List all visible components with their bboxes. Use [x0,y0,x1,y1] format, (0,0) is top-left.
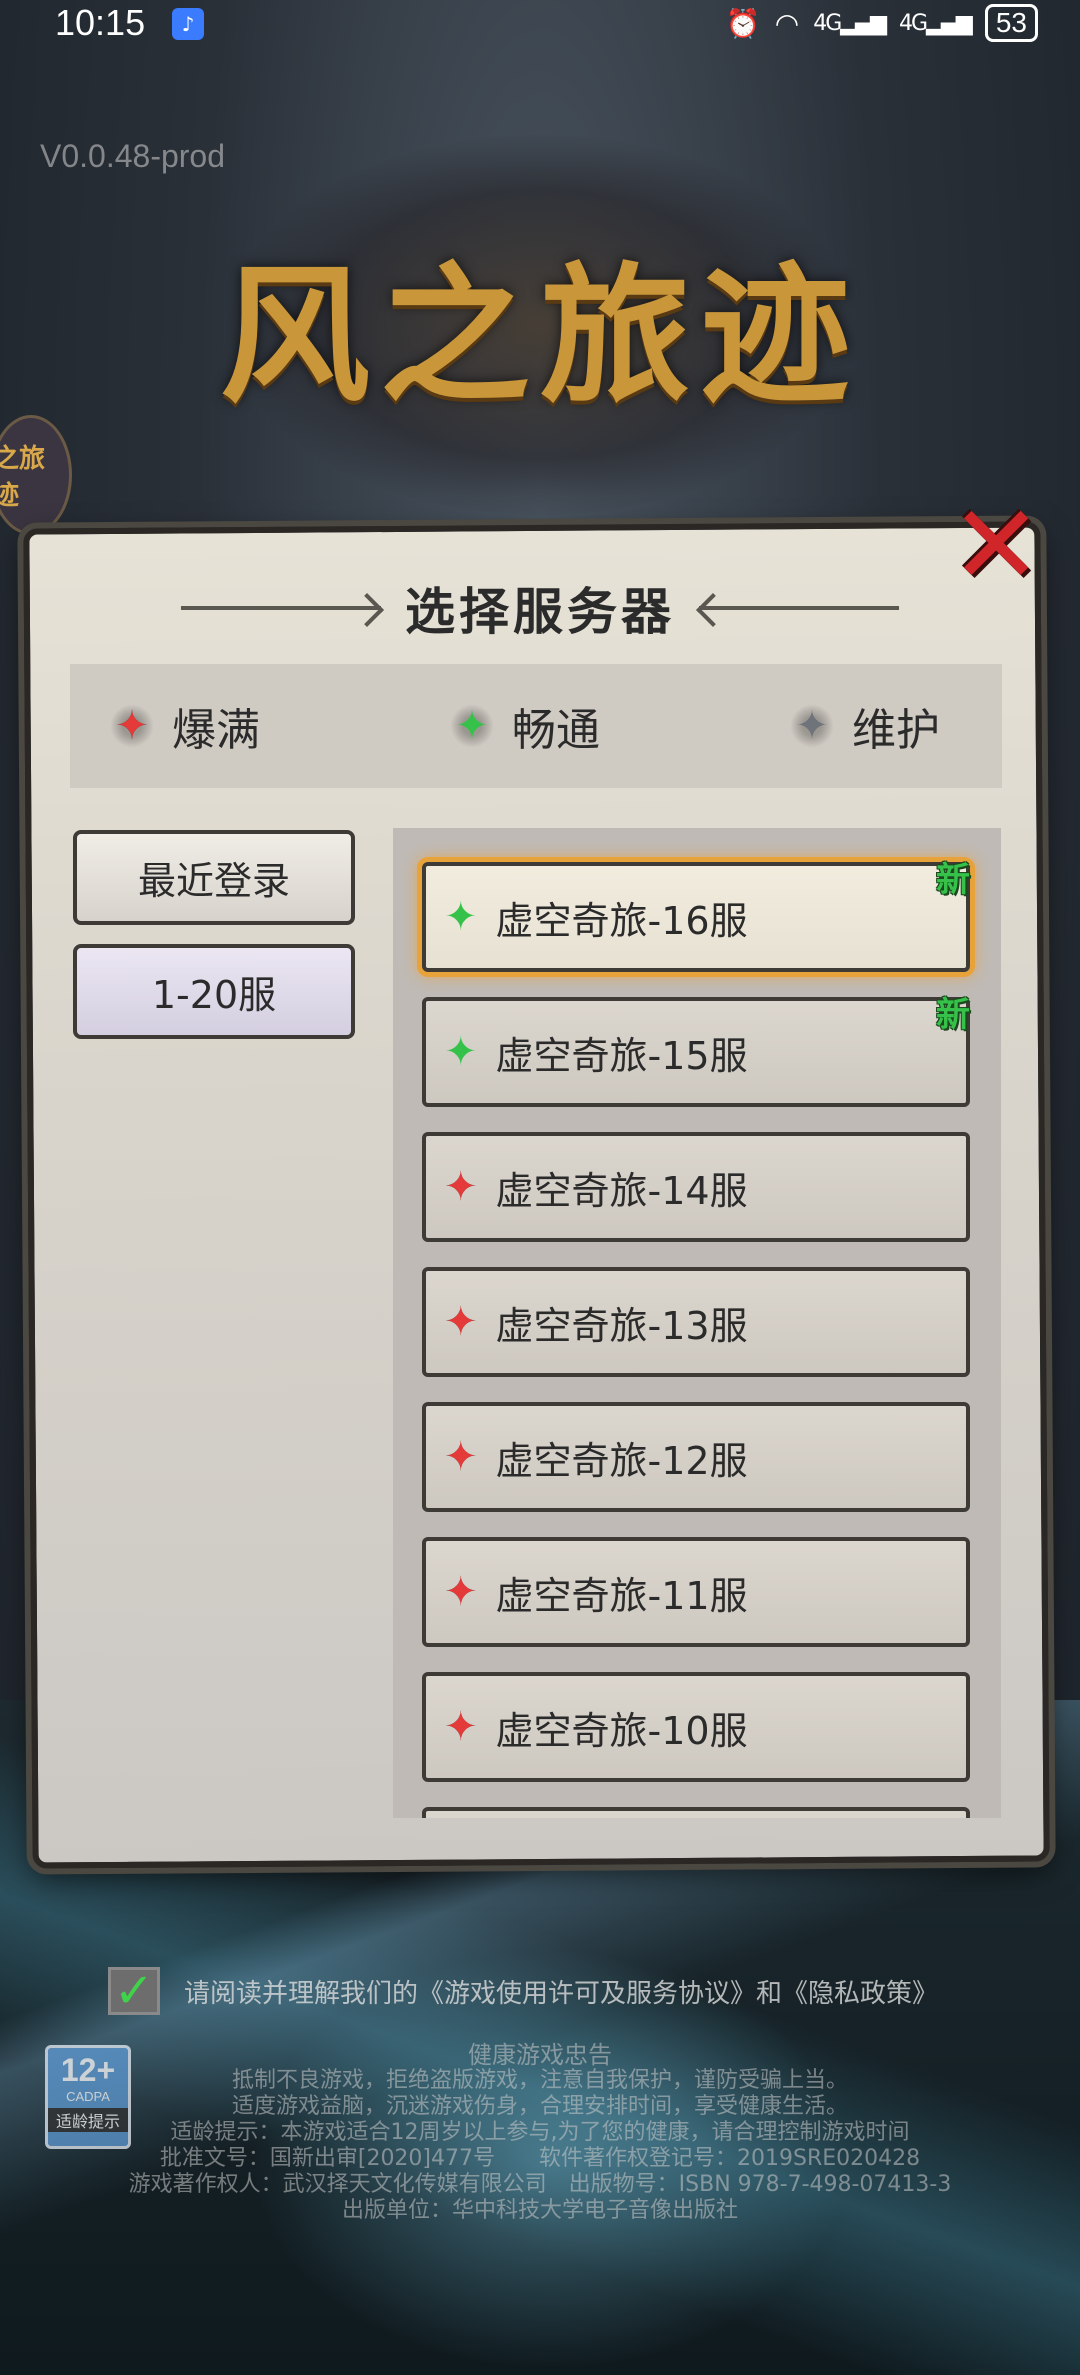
health-notice: 健康游戏忠告 抵制不良游戏，拒绝盗版游戏，注意自我保护，谨防受骗上当。 适度游戏… [100,2042,980,2224]
new-badge: 新 [936,860,970,900]
server-item[interactable]: ✦ 虚空奇旅-15服 新 [422,995,970,1107]
server-name: 虚空奇旅-10服 [495,1708,748,1753]
voice-app-icon: ♪ [172,8,204,40]
server-name: 虚空奇旅-14服 [495,1168,748,1213]
legend-maintenance: ✦ 维护 [790,694,940,758]
server-item[interactable]: ✦ 虚空奇旅-12服 [422,1402,970,1512]
dialog-header: 选择服务器 [145,568,935,648]
red-star-icon: ✦ [444,1434,478,1480]
server-item[interactable]: ✦ 虚空奇旅-16服 新 [422,860,970,972]
notice-line: 适度游戏益脑，沉迷游戏伤身，合理安排时间，享受健康生活。 [231,2094,848,2119]
notice-line: 抵制不良游戏，拒绝盗版游戏，注意自我保护，谨防受骗上当。 [231,2068,848,2093]
server-item-partial[interactable] [422,1807,970,1818]
signal-icon-2: 4G▂▄▆ [899,10,973,36]
server-name: 虚空奇旅-13服 [495,1303,748,1348]
red-star-icon: ✦ [444,1299,478,1345]
status-bar: 10:15 ♪ ⏰ ◠ 4G▂▄▆ 4G▂▄▆ 53 [0,0,1080,50]
server-item[interactable]: ✦ 虚空奇旅-14服 [422,1132,970,1242]
legend-label: 爆满 [172,705,260,756]
notice-line: 批准文号：国新出审[2020]477号 软件著作权登记号：2019SRE0204… [159,2146,921,2171]
version-label: V0.0.48-prod [40,138,226,174]
status-legend: ✦ 爆满 ✦ 畅通 ✦ 维护 [70,664,1002,788]
avatar[interactable]: 之旅迹 [0,415,72,535]
status-time: 10:15 [55,2,146,43]
legend-full: ✦ 爆满 [110,694,260,758]
status-icons: ⏰ ◠ 4G▂▄▆ 4G▂▄▆ 53 [726,4,1038,42]
title-arrow-right [699,606,899,610]
server-name: 虚空奇旅-12服 [495,1438,748,1483]
server-item[interactable]: ✦ 虚空奇旅-13服 [422,1267,970,1377]
notice-line: 适龄提示：本游戏适合12周岁以上参与,为了您的健康，请合理控制游戏时间 [170,2120,910,2145]
signal-icon-1: 4G▂▄▆ [813,10,887,36]
red-star-icon: ✦ [115,703,149,749]
notice-title: 健康游戏忠告 [468,2041,612,2069]
tab-server-range[interactable]: 1-20服 [73,944,355,1039]
agreement-text[interactable]: 请阅读并理解我们的《游戏使用许可及服务协议》和《隐私政策》 [184,1973,938,2010]
battery-icon: 53 [984,4,1038,42]
server-item[interactable]: ✦ 虚空奇旅-10服 [422,1672,970,1782]
legend-label: 畅通 [512,705,600,756]
agreement-checkbox[interactable]: ✓ [108,1963,160,2019]
wifi-icon: ◠ [774,6,800,40]
green-star-icon: ✦ [444,1029,478,1075]
green-star-icon: ✦ [455,703,489,749]
avatar-text: 之旅迹 [0,444,46,511]
notice-line: 出版单位：华中科技大学电子音像出版社 [341,2198,738,2223]
red-star-icon: ✦ [444,1704,478,1750]
server-name: 虚空奇旅-16服 [495,898,748,943]
gray-star-icon: ✦ [795,703,829,749]
legend-label: 维护 [852,705,940,756]
server-item[interactable]: ✦ 虚空奇旅-11服 [422,1537,970,1647]
tab-recent-login[interactable]: 最近登录 [73,830,355,925]
red-star-icon: ✦ [444,1164,478,1210]
alarm-icon: ⏰ [725,6,761,40]
dialog-title: 选择服务器 [405,583,675,641]
close-button[interactable]: ✕ [950,490,1042,600]
server-name: 虚空奇旅-15服 [495,1033,748,1078]
legend-smooth: ✦ 畅通 [450,694,600,758]
notice-line: 游戏著作权人：武汉择天文化传媒有限公司 出版物号：ISBN 978-7-498-… [128,2172,952,2197]
game-logo: 风之旅迹 [219,248,860,424]
red-star-icon: ✦ [444,1569,478,1615]
server-list[interactable]: ✦ 虚空奇旅-16服 新 ✦ 虚空奇旅-15服 新 ✦ 虚空奇旅-14服 ✦ 虚… [393,828,1001,1818]
title-arrow-left [181,606,381,610]
green-star-icon: ✦ [444,894,478,940]
server-name: 虚空奇旅-11服 [495,1573,748,1618]
agreement-row: ✓ 请阅读并理解我们的《游戏使用许可及服务协议》和《隐私政策》 [108,1963,938,2019]
new-badge: 新 [936,995,970,1035]
